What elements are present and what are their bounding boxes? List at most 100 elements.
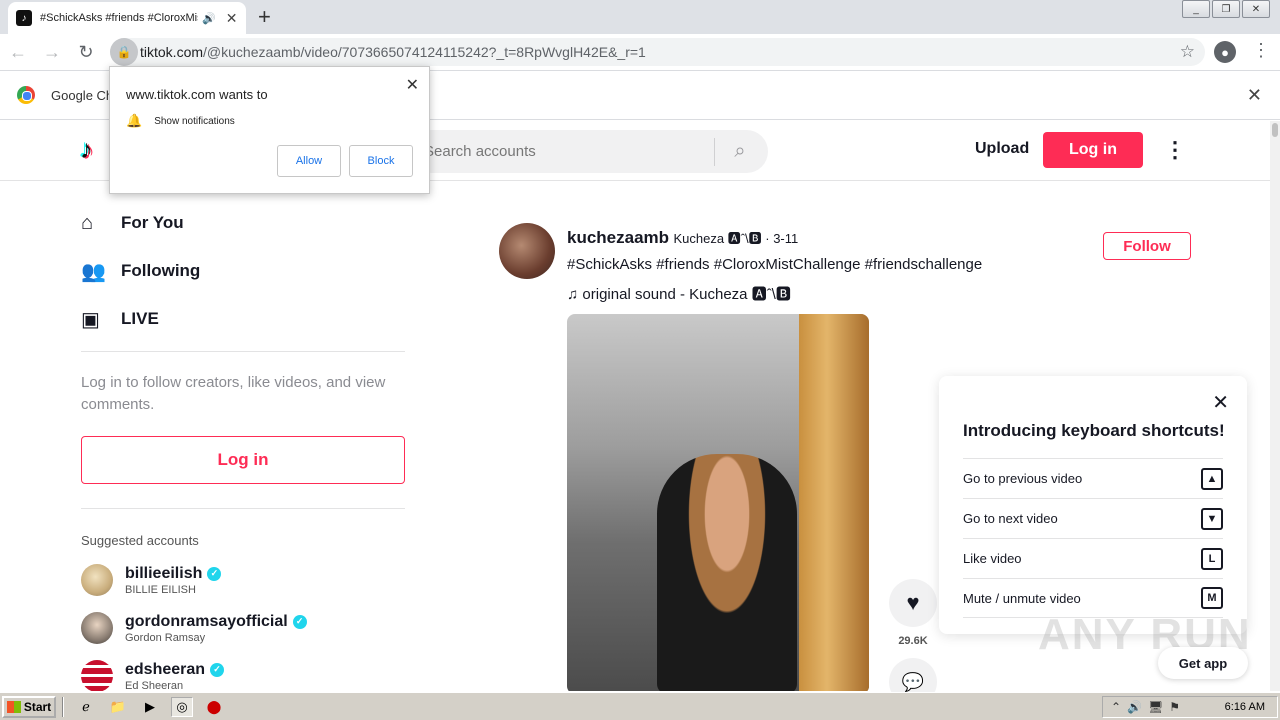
start-button[interactable]: Start [2, 695, 56, 718]
author-nickname: Kucheza 🅰ˆ\🅱 · 3-11 [673, 231, 799, 246]
shortcut-label: Go to previous video [963, 471, 1083, 486]
m-key-icon: M [1201, 587, 1223, 609]
shortcut-label: Like video [963, 551, 1022, 566]
verified-badge-icon: ✓ [210, 662, 225, 677]
popup-close-icon[interactable]: ✕ [406, 75, 419, 95]
clock[interactable]: 6:16 AM [1225, 701, 1265, 713]
sidebar-item-label: LIVE [121, 309, 159, 328]
block-button[interactable]: Block [349, 145, 413, 177]
address-bar[interactable]: 🔒 tiktok.com/@kuchezaamb/video/707366507… [110, 38, 1205, 66]
avatar [81, 564, 113, 596]
shortcut-label: Go to next video [963, 511, 1058, 526]
media-player-icon[interactable]: ▶ [139, 697, 161, 717]
shortcuts-list: Go to previous video ▲ Go to next video ▼ … [963, 458, 1223, 618]
live-icon: ▣ [81, 308, 100, 331]
page-scrollbar[interactable] [1270, 121, 1280, 691]
heart-icon: ♥ [906, 590, 920, 615]
account-name: edsheeran [125, 660, 206, 678]
suggested-account-edsheeran[interactable]: edsheeran ✓ Ed Sheeran [81, 652, 405, 691]
ie-icon[interactable]: ℯ [75, 697, 97, 717]
profile-avatar-icon[interactable]: ● [1214, 41, 1236, 63]
account-nickname: Ed Sheeran [125, 679, 184, 692]
lock-icon[interactable]: 🔒 [110, 38, 138, 66]
like-count: 29.6K [898, 635, 928, 647]
url-host: tiktok.com [140, 44, 204, 60]
avatar [81, 660, 113, 691]
account-name: gordonramsayofficial [125, 612, 288, 630]
search-input[interactable] [424, 143, 714, 160]
taskbar-separator [62, 696, 64, 717]
get-app-button[interactable]: Get app [1158, 647, 1248, 679]
sidebar-item-label: For You [121, 213, 184, 232]
minimize-button[interactable]: _ [1182, 0, 1210, 18]
bookmark-star-icon[interactable]: ☆ [1180, 42, 1195, 62]
search-bar: ⌕ [410, 130, 768, 173]
close-icon[interactable]: ✕ [1212, 390, 1229, 415]
tiktok-logo-icon[interactable]: ♪ [80, 134, 93, 165]
sidebar-divider [81, 351, 405, 352]
upload-link[interactable]: Upload [975, 140, 1029, 158]
video-player[interactable] [567, 314, 869, 691]
author-username[interactable]: kuchezaamb [567, 228, 669, 247]
windows-flag-icon [6, 700, 21, 713]
infobar-close-icon[interactable]: ✕ [1247, 85, 1262, 106]
music-note-icon: ♫ [567, 286, 583, 303]
tab-close-icon[interactable]: ✕ [226, 10, 238, 27]
folder-icon[interactable]: 📁 [107, 697, 129, 717]
sound-link[interactable]: ♫ original sound - Kucheza 🅰ˆ\🅱 [567, 283, 791, 304]
home-icon: ⌂ [81, 211, 94, 234]
follow-button[interactable]: Follow [1103, 232, 1191, 260]
header-login-button[interactable]: Log in [1043, 132, 1143, 168]
allow-button[interactable]: Allow [277, 145, 341, 177]
like-button[interactable]: ♥ [889, 579, 937, 627]
permission-label: Show notifications [154, 115, 235, 127]
new-tab-button[interactable]: + [258, 4, 271, 30]
tab-title: #SchickAsks #friends #CloroxMistChalleng… [40, 12, 198, 24]
url-path: /@kuchezaamb/video/7073665074124115242?_… [203, 44, 646, 60]
speaker-icon[interactable]: 🔊 [202, 12, 216, 25]
post-caption[interactable]: #SchickAsks #friends #CloroxMistChalleng… [567, 256, 982, 273]
shortcut-label: Mute / unmute video [963, 590, 1081, 606]
users-icon: 👥 [81, 260, 106, 283]
reload-button[interactable]: ↻ [70, 36, 102, 68]
shortcut-row: Go to previous video ▲ [963, 458, 1223, 498]
back-button[interactable]: ← [2, 36, 34, 68]
account-nickname: Gordon Ramsay [125, 631, 206, 644]
tray-icons[interactable]: ⌃🔊🖥⚑ [1111, 700, 1186, 714]
popup-title: www.tiktok.com wants to [126, 87, 268, 102]
search-icon[interactable]: ⌕ [715, 140, 765, 163]
sound-title: original sound - Kucheza 🅰ˆ\🅱 [582, 286, 791, 303]
antivirus-icon[interactable]: ⬤ [203, 697, 225, 717]
sidebar-item-following[interactable]: 👥 Following [81, 247, 405, 295]
close-window-button[interactable]: ✕ [1242, 0, 1270, 18]
account-nickname: BILLIE EILISH [125, 583, 196, 596]
shortcuts-title: Introducing keyboard shortcuts! [963, 421, 1225, 440]
suggested-accounts-title: Suggested accounts [81, 533, 199, 548]
forward-button[interactable]: → [36, 36, 68, 68]
browser-tab[interactable]: ♪ #SchickAsks #friends #CloroxMistChalle… [8, 2, 246, 34]
keyboard-shortcuts-panel: ✕ Introducing keyboard shortcuts! Go to … [939, 376, 1247, 634]
url-text[interactable]: tiktok.com/@kuchezaamb/video/70736650741… [140, 44, 646, 60]
comment-icon: 💬 [901, 671, 925, 692]
windows-taskbar: Start ℯ 📁 ▶ ◎ ⬤ ⌃🔊🖥⚑ 6:16 AM [0, 692, 1280, 720]
login-prompt-text: Log in to follow creators, like videos, … [81, 374, 386, 413]
browser-tabstrip: ♪ #SchickAsks #friends #CloroxMistChalle… [0, 0, 1280, 34]
author-avatar[interactable] [499, 223, 555, 279]
sidebar-item-for-you[interactable]: ⌂ For You [81, 199, 405, 247]
start-label: Start [23, 699, 52, 714]
shortcut-row: Go to next video ▼ [963, 498, 1223, 538]
sidebar-item-live[interactable]: ▣ LIVE [81, 295, 405, 343]
sidebar-login-button[interactable]: Log in [81, 436, 405, 484]
scrollbar-thumb[interactable] [1272, 123, 1278, 137]
notification-permission-popup: www.tiktok.com wants to ✕ 🔔 Show notific… [109, 66, 430, 194]
suggested-account-gordonramsayofficial[interactable]: gordonramsayofficial ✓ Gordon Ramsay [81, 604, 405, 652]
chrome-menu-icon[interactable]: ⋮ [1252, 40, 1270, 61]
arrow-up-key-icon: ▲ [1201, 467, 1223, 490]
account-name: billieeilish [125, 564, 203, 582]
chrome-taskbar-icon[interactable]: ◎ [171, 696, 193, 717]
more-options-icon[interactable]: ⋮ [1164, 137, 1186, 163]
restore-button[interactable]: ❐ [1212, 0, 1240, 18]
avatar [81, 612, 113, 644]
system-tray: ⌃🔊🖥⚑ 6:16 AM [1102, 696, 1278, 718]
suggested-account-billieeilish[interactable]: billieeilish ✓ BILLIE EILISH [81, 556, 405, 604]
